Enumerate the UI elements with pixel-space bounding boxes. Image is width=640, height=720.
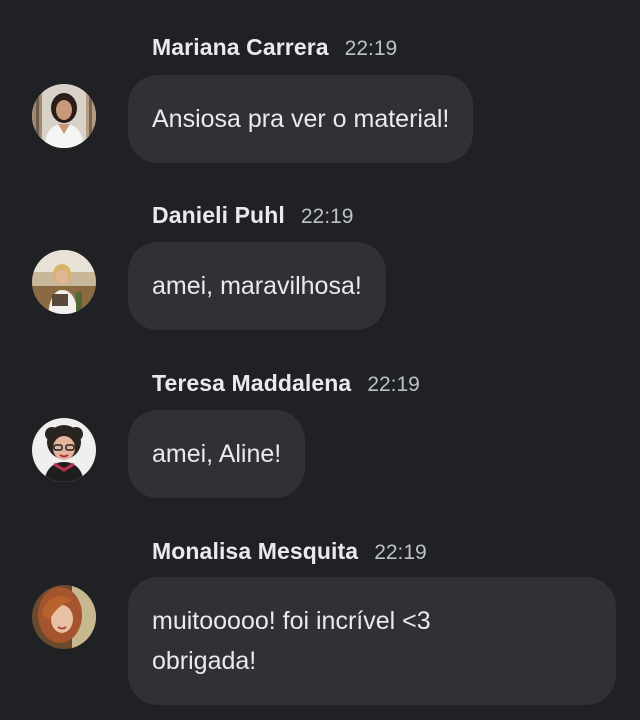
avatar[interactable]	[32, 585, 96, 649]
chat-message-list: Mariana Carrera 22:19 Ansiosa pra ver o …	[0, 0, 640, 720]
message-text: Ansiosa pra ver o material!	[152, 105, 450, 133]
chat-message: Mariana Carrera 22:19 Ansiosa pra ver o …	[0, 34, 640, 164]
message-header: Danieli Puhl 22:19	[152, 202, 353, 229]
message-bubble[interactable]: muitooooo! foi incrível <3 obrigada!	[128, 577, 616, 705]
message-timestamp: 22:19	[300, 205, 354, 228]
message-timestamp: 22:19	[344, 37, 398, 60]
message-text: muitooooo! foi incrível <3 obrigada!	[152, 607, 431, 675]
avatar-photo-icon	[32, 585, 96, 649]
sender-name[interactable]: Monalisa Mesquita	[152, 538, 358, 565]
message-text: amei, Aline!	[152, 440, 282, 468]
sender-name[interactable]: Teresa Maddalena	[152, 370, 351, 397]
avatar-photo-icon	[32, 250, 96, 314]
sender-name[interactable]: Danieli Puhl	[152, 202, 285, 229]
avatar[interactable]	[32, 250, 96, 314]
message-timestamp: 22:19	[367, 373, 420, 396]
avatar[interactable]	[32, 84, 96, 148]
sender-name[interactable]: Mariana Carrera	[152, 34, 329, 61]
message-header: Teresa Maddalena 22:19	[152, 370, 420, 397]
chat-message: Danieli Puhl 22:19 amei, maravilhosa!	[0, 202, 640, 332]
message-text: amei, maravilhosa!	[152, 272, 362, 300]
message-bubble[interactable]: amei, maravilhosa!	[128, 242, 386, 330]
message-bubble[interactable]: Ansiosa pra ver o material!	[128, 75, 474, 163]
message-timestamp: 22:19	[374, 541, 427, 564]
chat-message: Monalisa Mesquita 22:19 muitooooo! foi i…	[0, 538, 640, 720]
avatar-photo-icon	[32, 418, 96, 482]
chat-message: Teresa Maddalena 22:19 amei, Aline!	[0, 370, 640, 500]
avatar[interactable]	[32, 418, 96, 482]
message-bubble[interactable]: amei, Aline!	[128, 410, 306, 498]
message-header: Monalisa Mesquita 22:19	[152, 538, 427, 565]
message-header: Mariana Carrera 22:19	[152, 34, 397, 61]
avatar-photo-icon	[32, 84, 96, 148]
